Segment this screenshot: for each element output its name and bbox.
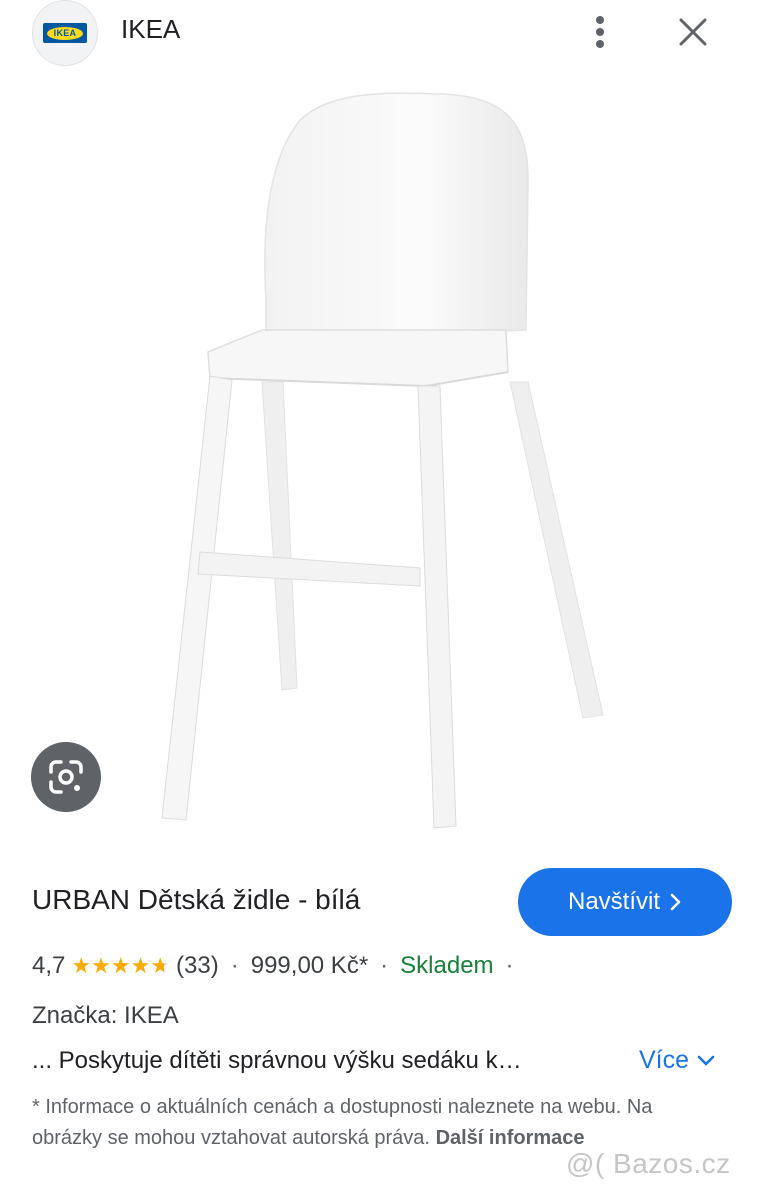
close-icon <box>679 18 707 46</box>
separator-dot: · <box>380 952 389 979</box>
disclaimer: * Informace o aktuálních cenách a dostup… <box>32 1092 672 1154</box>
visit-button-label: Navštívit <box>567 888 660 915</box>
rating-value: 4,7 <box>32 952 66 979</box>
logo-text: IKEA <box>53 28 77 38</box>
site-logo[interactable]: IKEA <box>32 0 98 66</box>
product-description: ... Poskytuje dítěti správnou výšku sedá… <box>32 1047 522 1074</box>
site-name: IKEA <box>121 14 181 44</box>
watermark: @( Bazos.cz <box>566 1148 731 1179</box>
separator-dot: · <box>505 952 514 979</box>
separator-dot: · <box>230 952 239 979</box>
review-count[interactable]: (33) <box>176 952 219 980</box>
chevron-down-icon <box>697 1055 715 1065</box>
star-half-icon: ★ <box>150 953 171 978</box>
visit-button[interactable]: Navštívit <box>518 868 732 936</box>
more-label: Více <box>639 1046 690 1074</box>
chair-image <box>161 92 604 829</box>
google-lens-button[interactable] <box>31 742 101 812</box>
product-image[interactable] <box>0 80 763 850</box>
price: 999,00 Kč* <box>250 952 369 979</box>
brand-label: Značka: IKEA <box>32 1002 179 1029</box>
product-title[interactable]: URBAN Dětská židle - bílá <box>32 884 360 916</box>
ikea-logo-icon: IKEA <box>43 23 87 43</box>
star-icon: ★ <box>91 953 111 978</box>
rating-stars: ★ ★ ★ ★ ★ <box>71 955 170 977</box>
product-meta: 4,7 ★ ★ ★ ★ ★ (33) · 999,00 Kč* · Sklade… <box>32 952 526 980</box>
star-icon: ★ <box>110 953 131 978</box>
more-options-button[interactable] <box>585 12 615 52</box>
availability-status: Skladem <box>400 952 494 979</box>
close-button[interactable] <box>670 12 716 52</box>
star-icon: ★ <box>130 953 151 978</box>
more-info-link[interactable]: Další informace <box>436 1127 585 1149</box>
more-vert-icon <box>596 16 604 48</box>
google-lens-icon <box>49 760 83 794</box>
star-icon: ★ <box>71 953 92 978</box>
more-button[interactable]: Více <box>639 1046 715 1075</box>
chevron-right-icon <box>670 893 681 911</box>
header: IKEA IKEA <box>0 0 763 70</box>
